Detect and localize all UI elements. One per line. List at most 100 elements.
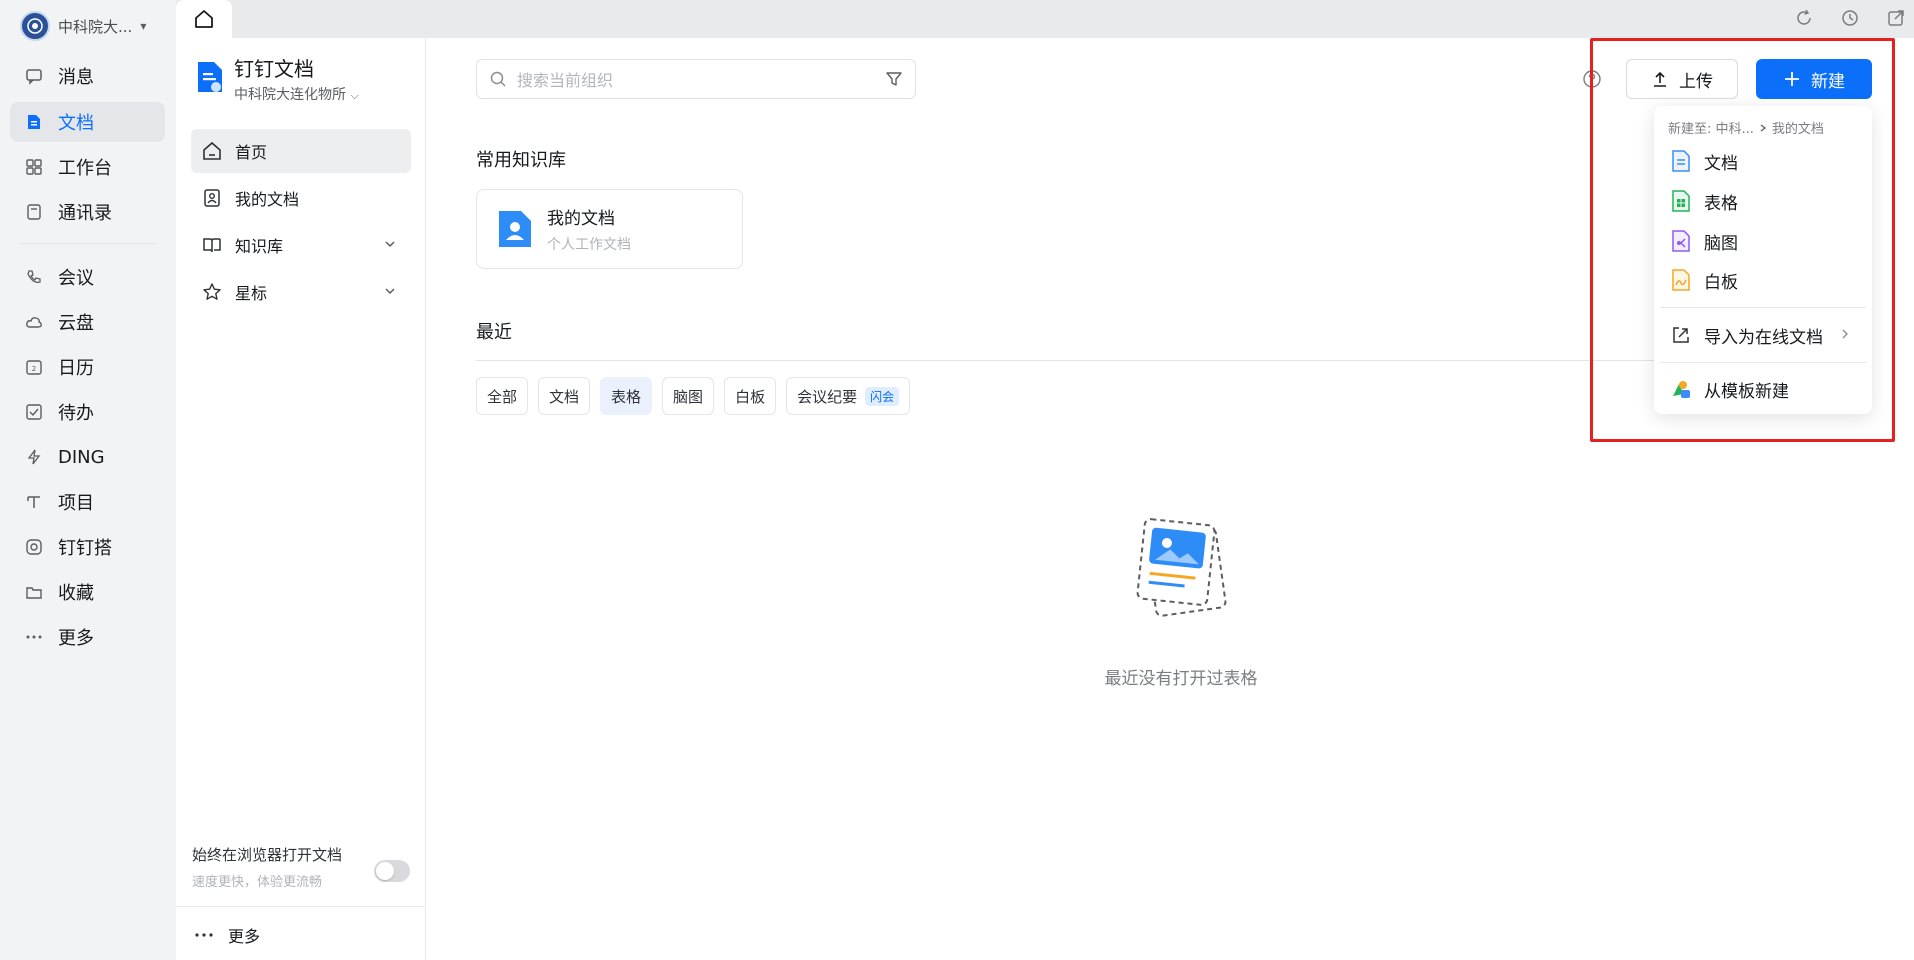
docs-app-header: 钉钉文档 中科院大连化物所 ⌵ [196,56,359,104]
plus-icon [1783,70,1801,88]
rail-item-label: 收藏 [58,583,94,604]
rail-item-label: 钉钉搭 [58,538,112,559]
new-doc-label: 文档 [1704,153,1738,174]
rail-item-workbench[interactable]: 工作台 [10,147,165,187]
recent-filter-bar: 全部 文档 表格 脑图 白板 会议纪要 闪会 [476,377,911,415]
org-logo [20,11,50,41]
rail-item-label: 工作台 [58,158,112,179]
nav-more-button[interactable]: 更多 [194,923,260,947]
new-button[interactable]: 新建 [1756,59,1872,99]
rail-item-label: 项目 [58,493,94,514]
flash-meeting-badge: 闪会 [865,386,900,406]
filter-sheets[interactable]: 表格 [600,377,653,415]
rail-item-label: 待办 [58,403,94,424]
whiteboard-file-icon [1670,268,1692,292]
filter-icon[interactable] [885,70,903,88]
rail-item-docs[interactable]: 文档 [10,102,165,142]
search-input[interactable]: 搜索当前组织 [476,59,916,99]
refresh-icon[interactable] [1794,8,1814,28]
filter-mindmaps[interactable]: 脑图 [662,377,715,415]
my-docs-icon [201,187,223,209]
knowledge-base-icon [201,234,223,256]
rail-item-contacts[interactable]: 通讯录 [10,192,165,232]
svg-text:2: 2 [32,365,36,373]
history-icon[interactable] [1840,8,1860,28]
docs-icon [24,112,44,132]
nav-item-label: 首页 [235,143,268,162]
new-whiteboard-label: 白板 [1704,272,1738,293]
upload-icon [1651,70,1669,88]
new-mindmap-label: 脑图 [1704,233,1738,254]
rail-item-project[interactable]: 项目 [10,482,165,522]
rail-item-label: 会议 [58,268,94,289]
rail-item-messages[interactable]: 消息 [10,56,165,96]
browser-open-toggle[interactable] [374,860,410,882]
rail-divider [20,243,156,244]
mindmap-file-icon [1670,229,1692,253]
my-docs-kb-icon [497,209,533,249]
new-from-template-item[interactable]: 从模板新建 [1666,370,1862,408]
rail-item-label: DING [58,446,105,468]
org-switcher[interactable]: 中科院大... ▾ [20,10,146,42]
rail-item-todo[interactable]: 待办 [10,392,165,432]
cloud-disk-icon [24,312,44,332]
rail-item-meeting[interactable]: 会议 [10,257,165,297]
rail-item-ding[interactable]: DING [10,437,165,477]
ding-icon [24,447,44,467]
empty-state-text: 最近没有打开过表格 [1104,669,1258,689]
help-icon[interactable] [1582,69,1602,89]
filter-meeting-minutes-label: 会议纪要 [797,387,858,406]
docs-org-name: 中科院大连化物所 [234,87,346,103]
kb-card-my-docs[interactable]: 我的文档 个人工作文档 [476,189,743,269]
home-icon [201,140,223,162]
template-label: 从模板新建 [1704,381,1789,402]
filter-whiteboards[interactable]: 白板 [724,377,777,415]
rail-item-favorites[interactable]: 收藏 [10,572,165,612]
menu-divider [1660,362,1866,363]
rail-item-label: 通讯录 [58,203,112,224]
nav-more-label: 更多 [228,927,261,946]
filter-all[interactable]: 全部 [476,377,529,415]
frequent-kb-title: 常用知识库 [476,150,566,171]
upload-button[interactable]: 上传 [1626,59,1738,99]
new-mindmap-item[interactable]: 脑图 [1666,222,1862,260]
new-doc-item[interactable]: 文档 [1666,142,1862,180]
new-location-breadcrumb[interactable]: 新建至: 中科... 我的文档 [1668,118,1824,137]
nav-item-starred[interactable]: 星标 [191,270,411,314]
nav-divider [176,906,426,907]
chevron-down-icon[interactable] [383,284,397,298]
dingtalk-docs-logo-icon [196,60,224,94]
import-icon [1670,323,1692,347]
nav-item-my-docs[interactable]: 我的文档 [191,176,411,220]
chevron-down-icon[interactable] [383,237,397,251]
open-external-icon[interactable] [1886,8,1906,28]
rail-item-dingtalk-build[interactable]: 钉钉搭 [10,527,165,567]
workbench-icon [24,157,44,177]
import-online-doc-item[interactable]: 导入为在线文档 [1666,316,1862,354]
rail-item-cloud-disk[interactable]: 云盘 [10,302,165,342]
nav-item-knowledge-base[interactable]: 知识库 [191,223,411,267]
rail-item-calendar[interactable]: 2 日历 [10,347,165,387]
recent-divider [476,360,1772,361]
recent-title: 最近 [476,322,512,343]
chevron-down-icon: ⌵ [350,89,359,102]
star-icon [201,281,223,303]
new-label: 新建 [1811,71,1845,92]
new-sheet-item[interactable]: 表格 [1666,182,1862,220]
favorites-icon [24,582,44,602]
filter-meeting-minutes[interactable]: 会议纪要 闪会 [786,377,911,415]
search-placeholder: 搜索当前组织 [517,71,614,90]
nav-item-home[interactable]: 首页 [191,129,411,173]
rail-item-label: 日历 [58,358,94,379]
new-whiteboard-item[interactable]: 白板 [1666,261,1862,299]
tab-home[interactable] [176,0,232,38]
chevron-right-icon [1840,328,1850,340]
calendar-icon: 2 [24,357,44,377]
contacts-icon [24,202,44,222]
todo-icon [24,402,44,422]
upload-label: 上传 [1679,71,1713,92]
filter-docs[interactable]: 文档 [538,377,591,415]
rail-item-more[interactable]: 更多 [10,617,165,657]
docs-org-switcher[interactable]: 中科院大连化物所 ⌵ [234,84,359,104]
kb-card-subtitle: 个人工作文档 [547,237,631,253]
